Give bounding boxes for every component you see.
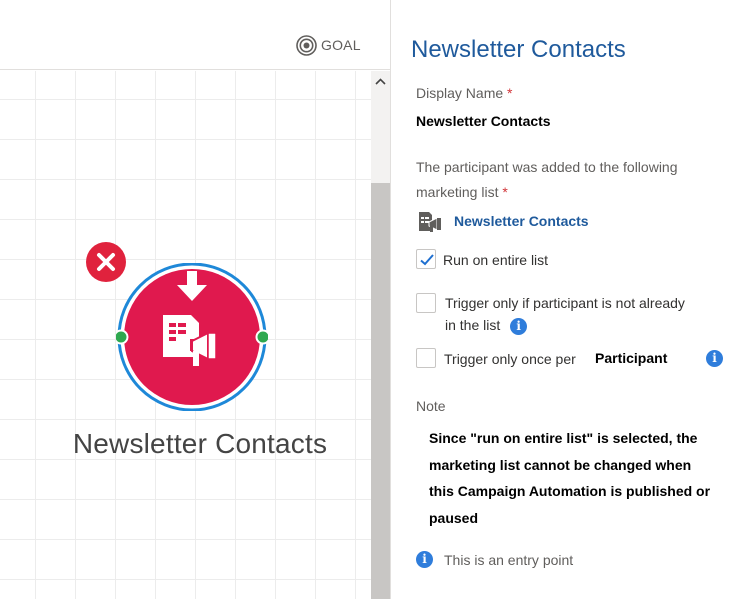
trigger-not-in-list-checkbox[interactable] xyxy=(416,293,436,313)
canvas-toolbar: GOAL xyxy=(0,0,390,70)
trigger-once-checkbox[interactable] xyxy=(416,348,436,368)
info-icon[interactable]: i xyxy=(706,350,723,367)
delete-node-button[interactable] xyxy=(86,242,126,282)
run-entire-list-row: Run on entire list xyxy=(416,249,548,271)
marketing-list-lookup[interactable]: Newsletter Contacts xyxy=(418,209,589,233)
note-text: Since "run on entire list" is selected, … xyxy=(429,430,711,526)
run-entire-list-checkbox[interactable] xyxy=(416,249,436,269)
trigger-once-value[interactable]: Participant xyxy=(595,350,667,366)
goal-label: GOAL xyxy=(321,37,361,53)
marketing-list-link[interactable]: Newsletter Contacts xyxy=(454,213,589,229)
scroll-up-icon[interactable] xyxy=(374,75,387,88)
info-icon[interactable]: i xyxy=(510,318,528,335)
entry-point-row: i This is an entry point xyxy=(416,551,573,568)
scrollbar-thumb[interactable] xyxy=(371,183,390,599)
trigger-once-row: Trigger only once per xyxy=(416,348,576,370)
panel-title: Newsletter Contacts xyxy=(411,36,626,63)
trigger-not-in-list-label-line1: Trigger only if participant is not alrea… xyxy=(445,295,685,311)
required-mark: * xyxy=(507,85,513,101)
entry-point-text: This is an entry point xyxy=(444,551,574,568)
marketing-list-icon xyxy=(418,209,442,233)
properties-panel: Newsletter Contacts Display Name * Newsl… xyxy=(390,0,734,599)
trigger-once-label: Trigger only once per xyxy=(444,351,576,367)
note-label: Note xyxy=(416,398,446,414)
goal-button[interactable]: GOAL xyxy=(296,34,361,56)
required-mark: * xyxy=(502,184,508,200)
display-name-value[interactable]: Newsletter Contacts xyxy=(416,113,551,129)
display-name-label: Display Name * xyxy=(416,85,513,101)
marketing-list-label: The participant was added to the followi… xyxy=(416,159,678,200)
trigger-not-in-list-row: Trigger only if participant is not alrea… xyxy=(416,292,685,336)
node-title[interactable]: Newsletter Contacts xyxy=(40,428,360,460)
target-icon xyxy=(296,34,317,56)
trigger-not-in-list-label-line2: in the list xyxy=(445,317,501,333)
tile-marketing-list-node[interactable] xyxy=(116,263,268,411)
canvas-scrollbar[interactable] xyxy=(371,71,390,599)
run-entire-list-label: Run on entire list xyxy=(443,252,549,268)
designer-canvas[interactable]: GOAL Newsletter Contacts xyxy=(0,0,390,599)
close-icon xyxy=(97,253,115,271)
checkmark-icon xyxy=(420,254,434,266)
info-icon: i xyxy=(416,551,433,568)
